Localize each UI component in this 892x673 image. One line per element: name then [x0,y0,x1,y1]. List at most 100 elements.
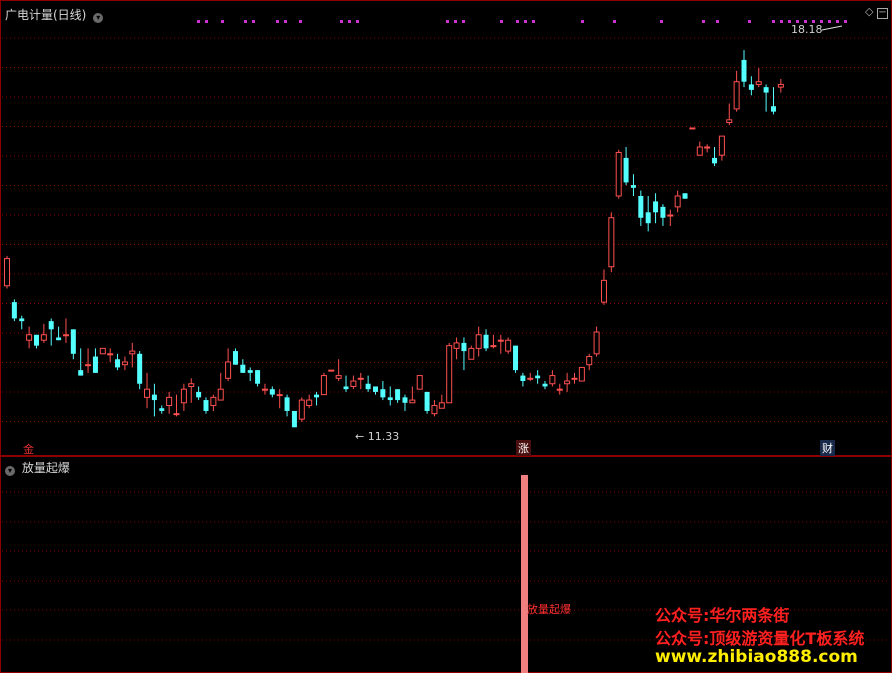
candle-body [314,394,320,398]
candle-body [276,394,283,397]
high-arrow [821,25,843,31]
candle-body [726,119,733,124]
candle-body [328,369,335,372]
low-price-label: ← 11.33 [355,430,400,443]
candle-body [689,127,696,130]
candle-body [755,81,762,85]
candle-body [549,375,556,385]
candle-body [674,195,681,208]
candle-body [350,380,357,387]
signal-dot [660,20,663,23]
signal-dot [581,20,584,23]
candle-body [608,217,615,268]
signal-dot [716,20,719,23]
candle-body [78,370,84,376]
candle-body [11,302,17,319]
watermark-line2: 公众号:顶级游资量化T板系统 [655,629,865,648]
signal-dot [524,20,527,23]
signal-dot [205,20,208,23]
dropdown-icon[interactable]: ▾ [93,13,104,23]
candle-body [33,334,39,346]
signal-dot [836,20,839,23]
marker-cai: 财 [820,440,835,456]
candle-body [660,206,666,218]
candle-body [373,386,378,392]
candle-body [144,388,151,398]
candle-body [217,388,224,401]
marker-zhang: 涨 [516,440,531,456]
candle-body [261,388,268,391]
candle-body [40,334,47,341]
high-price-label: 18.18 [791,23,823,36]
candle-body [696,146,703,156]
candle-body [424,391,430,411]
candle-body [166,396,173,407]
candle-body [298,399,305,420]
candle-body [365,383,371,390]
candle-body [203,400,209,411]
candle-body [48,321,54,330]
signal-label: 放量起爆 [527,603,571,616]
signal-dot [284,20,287,23]
candle-body [446,345,453,404]
dropdown-icon[interactable]: ▾ [5,466,15,476]
candle-body [497,339,504,342]
signal-dot [532,20,535,23]
candle-body [586,356,593,366]
signal-dot [516,20,519,23]
candle-body [667,214,674,217]
candle-body [306,399,313,407]
candle-body [733,81,740,110]
candle-body [409,399,416,404]
candle-body [173,413,180,416]
candle-body [4,258,10,287]
candle-body [107,353,114,356]
candle-body [395,389,401,401]
candle-body [556,388,563,391]
candle-body [343,386,349,390]
candle-body [748,84,754,90]
diamond-icon[interactable]: ◇ [865,5,873,18]
candle-body [416,375,423,390]
signal-dot [299,20,302,23]
candle-body [357,377,364,380]
candle-body [777,83,784,88]
candle-body [196,391,202,398]
zoom-out-icon[interactable]: − [877,8,888,19]
candle-body [475,334,482,349]
candle-body [513,345,519,371]
signal-dot [780,20,783,23]
candle-body [210,396,217,407]
candle-body [564,380,571,385]
candle-body [438,402,445,409]
indicator-panel[interactable]: ▾ 放量起爆 放量起爆 公众号:华尔两条街 公众号:顶级游资量化T板系统 www… [0,456,892,673]
candle-body [542,383,548,387]
candle-body [630,185,636,188]
indicator-title: ▾ 放量起爆 [5,459,70,476]
signal-dot [252,20,255,23]
candle-body [578,366,585,382]
price-panel[interactable]: 广电计量(日线) ▾ ◇ − 18.18 ← 11.33 金 涨 财 [0,0,892,456]
signal-dot [748,20,751,23]
candle-body [461,342,467,352]
candle-body [291,410,297,428]
candle-body [387,397,393,401]
candle-body [623,157,629,183]
stock-title: 广电计量(日线) ▾ [5,6,106,23]
candle-body [255,370,261,384]
signal-dot [244,20,247,23]
candle-body [483,334,489,349]
candle-body [121,361,128,366]
signal-dot [348,20,351,23]
candle-body [468,347,475,360]
candle-body [56,337,62,341]
watermark-line3: www.zhibiao888.com [655,647,858,667]
candle-body [527,377,534,380]
signal-bar [521,475,528,673]
candle-body [704,146,711,149]
candle-body [712,157,718,164]
candle-body [99,347,106,355]
candle-body [137,353,143,384]
candle-body [180,388,187,404]
candle-body [85,364,92,367]
